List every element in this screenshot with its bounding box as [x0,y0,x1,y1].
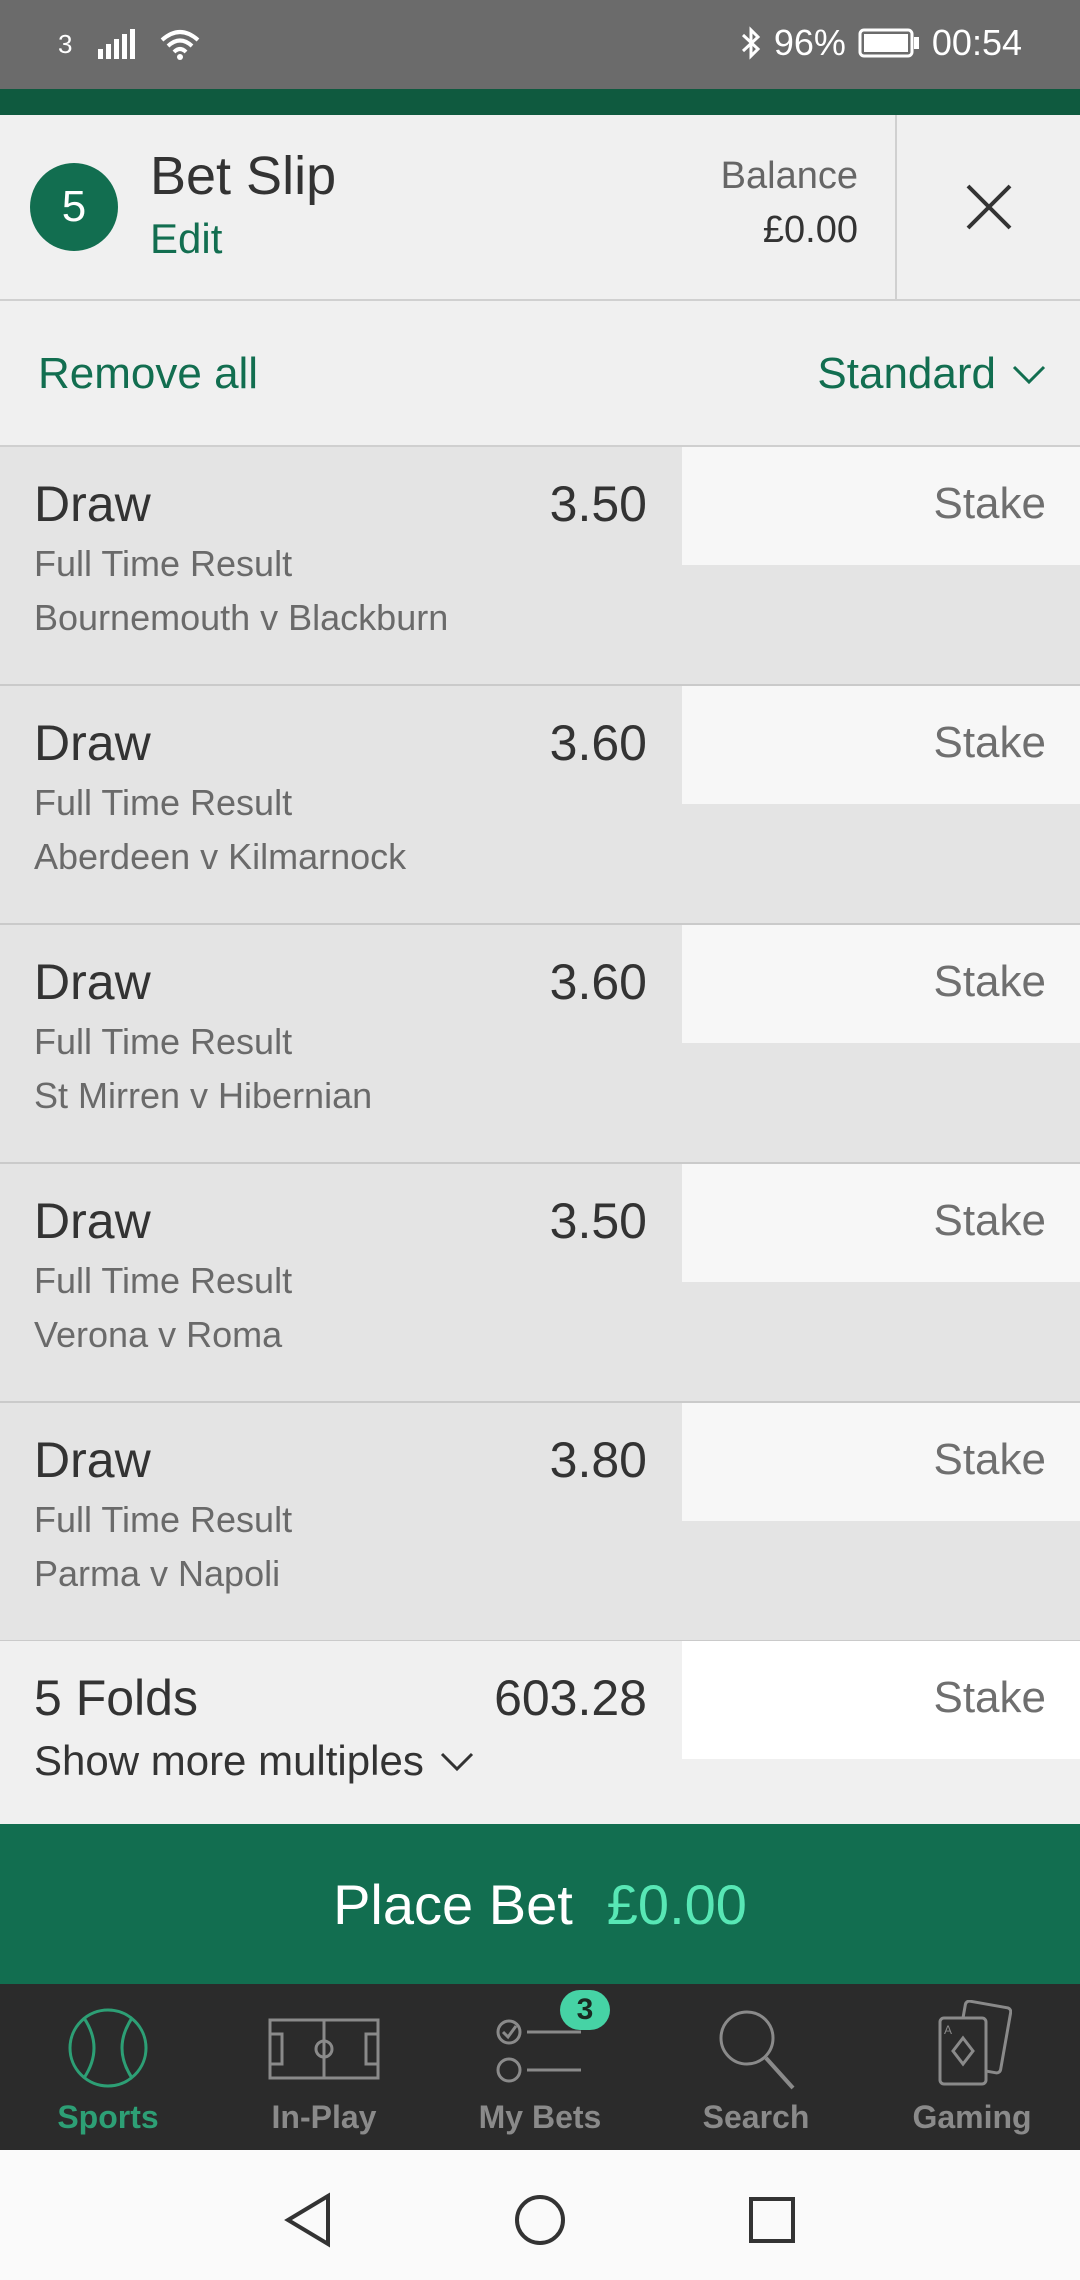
signal-icon [98,29,136,59]
my-bets-count-badge: 3 [560,1990,610,2030]
multiple-odds: 603.28 [494,1670,647,1726]
carrier-label: 3 [58,28,73,59]
place-bet-label: Place Bet [333,1872,573,1936]
close-icon [966,184,1011,230]
back-icon[interactable] [282,2192,334,2248]
recents-icon[interactable] [746,2192,798,2248]
cards-icon: A [938,2000,1012,2086]
selection-event: Parma v Napoli [34,1553,281,1594]
slip-toolbar: Remove all Standard [0,301,1080,447]
selection-odds: 3.60 [549,954,647,1010]
nav-my-bets[interactable]: 3 My Bets [432,1984,648,2150]
nav-search[interactable]: Search [648,1984,864,2150]
battery-percent: 96% [773,22,846,63]
selection-count-badge: 5 [30,163,118,251]
search-icon [719,2010,795,2090]
stake-input[interactable]: Stake [682,1403,1080,1521]
battery-icon [858,28,919,58]
brand-strip [0,89,1080,115]
show-more-label: Show more multiples [34,1737,424,1784]
stake-placeholder: Stake [933,479,1046,528]
selection-odds: 3.50 [549,1193,647,1249]
show-more-multiples-button[interactable]: Show more multiples [34,1737,474,1785]
balance-value: £0.00 [762,209,858,251]
nav-label: Search [702,2099,810,2135]
selection-row: Draw 3.60 Full Time Result Aberdeen v Ki… [0,686,1080,925]
nav-label: In-Play [271,2099,377,2135]
pitch-icon [268,2018,380,2080]
status-left: 3 [58,28,200,60]
stake-placeholder: Stake [933,1435,1046,1484]
tennis-ball-icon [68,2008,148,2088]
stake-input[interactable]: Stake [682,1641,1080,1759]
selection-market: Full Time Result [34,1021,293,1062]
place-bet-button[interactable]: Place Bet £0.00 [0,1824,1080,1984]
selection-odds: 3.50 [549,476,647,532]
nav-label: Gaming [912,2099,1032,2135]
clock: 00:54 [931,22,1022,63]
selection-name: Draw [34,954,151,1010]
stake-placeholder: Stake [933,718,1046,767]
selection-row: Draw 3.80 Full Time Result Parma v Napol… [0,1403,1080,1642]
stake-input[interactable]: Stake [682,686,1080,804]
bluetooth-icon [741,26,761,60]
bet-slip-header: 5 Bet Slip Edit Balance £0.00 [0,115,1080,301]
selection-event: Bournemouth v Blackburn [34,597,449,638]
edit-link[interactable]: Edit [150,215,222,263]
status-right: 96% 00:54 [740,22,1022,64]
selection-event: Verona v Roma [34,1314,283,1355]
selection-market: Full Time Result [34,782,293,823]
bet-type-label: Standard [817,349,996,398]
nav-in-play[interactable]: In-Play [216,1984,432,2150]
selection-market: Full Time Result [34,543,293,584]
nav-label: Sports [57,2099,159,2135]
place-bet-amount: £0.00 [606,1872,747,1936]
selection-event: Aberdeen v Kilmarnock [34,836,407,877]
selection-row: Draw 3.50 Full Time Result Bournemouth v… [0,447,1080,686]
svg-text:A: A [944,2023,952,2037]
nav-sports[interactable]: Sports [0,1984,216,2150]
multiple-name: 5 Folds [34,1670,198,1726]
selection-event: St Mirren v Hibernian [34,1075,373,1116]
selection-row: Draw 3.60 Full Time Result St Mirren v H… [0,925,1080,1164]
selection-odds: 3.60 [549,715,647,771]
multiples-row: 5 Folds 603.28 Show more multiples Stake [0,1641,1080,1824]
stake-placeholder: Stake [933,957,1046,1006]
balance-label: Balance [720,155,858,197]
bet-type-select[interactable]: Standard [817,349,1046,399]
wifi-icon [161,30,200,60]
stake-input[interactable]: Stake [682,1164,1080,1282]
system-nav-bar [0,2150,1080,2280]
chevron-down-icon [1012,365,1046,385]
bottom-nav: Sports In-Play 3 My Bets Search A Gaming [0,1984,1080,2150]
stake-input[interactable]: Stake [682,925,1080,1043]
stake-placeholder: Stake [933,1673,1046,1722]
chevron-down-icon [440,1752,473,1772]
selection-name: Draw [34,1193,151,1249]
nav-label: My Bets [478,2099,602,2135]
selection-market: Full Time Result [34,1260,293,1301]
selection-row: Draw 3.50 Full Time Result Verona v Roma… [0,1164,1080,1403]
remove-all-button[interactable]: Remove all [38,349,258,399]
nav-gaming[interactable]: A Gaming [864,1984,1080,2150]
home-icon[interactable] [514,2192,566,2248]
page-title: Bet Slip [150,146,337,206]
stake-input[interactable]: Stake [682,447,1080,565]
selection-name: Draw [34,715,151,771]
selection-market: Full Time Result [34,1499,293,1540]
status-bar: 3 96% 00:54 [0,0,1080,89]
selection-name: Draw [34,1432,151,1488]
selection-name: Draw [34,476,151,532]
stake-placeholder: Stake [933,1196,1046,1245]
close-button[interactable] [895,115,1080,299]
selection-odds: 3.80 [549,1432,647,1488]
